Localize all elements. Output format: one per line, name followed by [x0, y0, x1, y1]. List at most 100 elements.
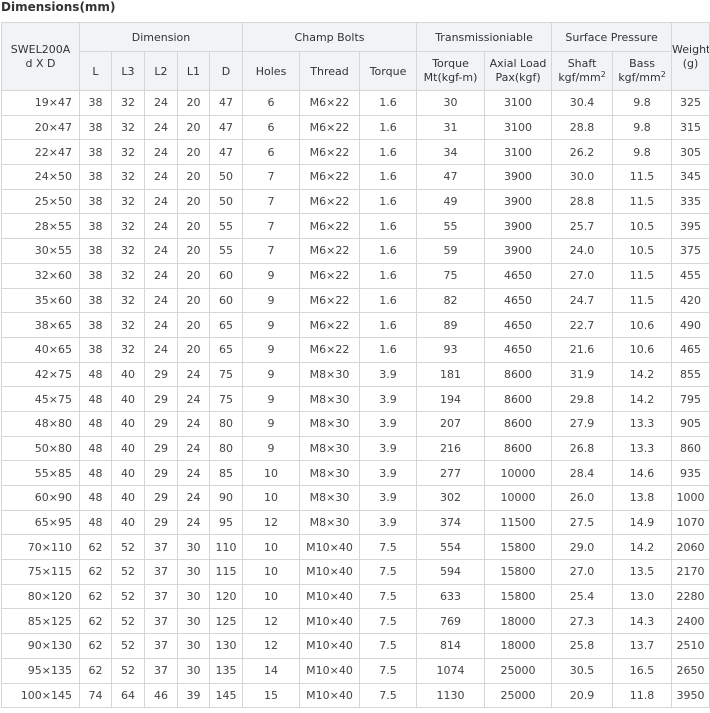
cell-shaft-pressure: 30.0 [551, 164, 614, 190]
cell-bass-pressure: 13.3 [612, 435, 673, 462]
cell-size: 75×115 [1, 559, 80, 585]
cell-L2: 24 [144, 90, 178, 116]
cell-L: 38 [79, 188, 112, 215]
cell-size: 35×60 [1, 287, 80, 314]
cell-size: 60×90 [1, 485, 80, 511]
cell-bass-pressure: 10.6 [612, 336, 673, 363]
cell-bass-pressure: 14.9 [612, 509, 673, 536]
surface-pressure-group-header: Surface Pressure [551, 22, 673, 52]
cell-bass-pressure: 11.5 [612, 164, 673, 190]
cell-D: 55 [208, 213, 244, 240]
cell-size: 48×80 [1, 410, 80, 437]
cell-axial-load: 8600 [484, 410, 553, 437]
table-row: 40×65 38 32 24 20 65 9 M6×22 1.6 93 4650 21.6 10.6 46… [1, 336, 710, 363]
cell-torque: 7.5 [359, 633, 418, 659]
cell-thread: M6×22 [299, 164, 361, 190]
cell-size: 50×80 [1, 435, 80, 462]
cell-weight: 395 [671, 213, 710, 240]
cell-L1: 20 [177, 238, 210, 264]
cell-thread: M8×30 [299, 386, 361, 412]
cell-torque-mt: 554 [416, 534, 486, 561]
cell-shaft-pressure: 29.0 [551, 534, 614, 561]
col-header-shaft: Shaft kgf/mm2 [551, 51, 614, 91]
cell-L2: 24 [144, 287, 178, 314]
cell-weight: 3950 [671, 682, 710, 709]
cell-L: 38 [79, 139, 112, 166]
cell-torque-mt: 633 [416, 583, 486, 610]
cell-L: 62 [79, 657, 112, 684]
cell-bass-pressure: 10.5 [612, 238, 673, 264]
cell-bass-pressure: 13.5 [612, 559, 673, 585]
table-row: 55×85 48 40 29 24 85 10 M8×30 3.9 277 10000 28.4 14.… [1, 460, 710, 486]
cell-torque-mt: 207 [416, 410, 486, 437]
cell-size: 19×47 [1, 90, 80, 116]
cell-thread: M8×30 [299, 460, 361, 486]
cell-torque: 1.6 [359, 139, 418, 166]
table-row: 80×120 62 52 37 30 120 10 M10×40 7.5 633 15800 25.4… [1, 583, 710, 610]
cell-D: 85 [208, 460, 244, 486]
cell-L3: 52 [111, 534, 145, 561]
cell-weight: 855 [671, 361, 710, 388]
weight-header: Weight (g) [671, 22, 710, 91]
cell-axial-load: 8600 [484, 386, 553, 412]
table-row: 30×55 38 32 24 20 55 7 M6×22 1.6 59 3900 24.0 10.5 37… [1, 238, 710, 264]
cell-shaft-pressure: 26.2 [551, 139, 614, 166]
cell-D: 135 [208, 657, 244, 684]
cell-L1: 20 [177, 336, 210, 363]
cell-bass-pressure: 10.5 [612, 213, 673, 240]
cell-thread: M10×40 [299, 534, 361, 561]
cell-axial-load: 11500 [484, 509, 553, 536]
cell-axial-load: 3100 [484, 90, 553, 116]
cell-D: 75 [208, 361, 244, 388]
cell-D: 75 [208, 386, 244, 412]
cell-axial-load: 18000 [484, 608, 553, 635]
table-row: 70×110 62 52 37 30 110 10 M10×40 7.5 554 15800 29.0… [1, 534, 710, 561]
cell-holes: 9 [242, 435, 301, 462]
cell-L2: 24 [144, 188, 178, 215]
cell-bass-pressure: 14.2 [612, 534, 673, 561]
bass-label: Bass [629, 57, 655, 70]
cell-axial-load: 8600 [484, 361, 553, 388]
cell-axial-load: 3100 [484, 114, 553, 141]
cell-L1: 24 [177, 460, 210, 486]
col-header-D: D [208, 51, 244, 91]
cell-size: 38×65 [1, 312, 80, 338]
cell-L3: 32 [111, 164, 145, 190]
cell-torque: 7.5 [359, 682, 418, 709]
col-header-thread: Thread [299, 51, 361, 91]
cell-bass-pressure: 11.5 [612, 287, 673, 314]
cell-L1: 30 [177, 608, 210, 635]
cell-L: 38 [79, 287, 112, 314]
cell-torque-mt: 82 [416, 287, 486, 314]
cell-holes: 9 [242, 361, 301, 388]
cell-torque: 7.5 [359, 657, 418, 684]
cell-L: 48 [79, 509, 112, 536]
cell-L: 74 [79, 682, 112, 709]
cell-L1: 30 [177, 633, 210, 659]
cell-weight: 2650 [671, 657, 710, 684]
cell-torque: 7.5 [359, 583, 418, 610]
cell-weight: 2280 [671, 583, 710, 610]
cell-bass-pressure: 11.5 [612, 188, 673, 215]
cell-torque-mt: 302 [416, 485, 486, 511]
cell-D: 120 [208, 583, 244, 610]
cell-holes: 7 [242, 164, 301, 190]
cell-L3: 32 [111, 262, 145, 289]
cell-size: 22×47 [1, 139, 80, 166]
cell-shaft-pressure: 22.7 [551, 312, 614, 338]
cell-holes: 9 [242, 336, 301, 363]
cell-bass-pressure: 14.2 [612, 361, 673, 388]
weight-header-label: Weight [672, 42, 710, 56]
cell-weight: 2060 [671, 534, 710, 561]
table-row: 19×47 38 32 24 20 47 6 M6×22 1.6 30 3100 30.4 9.8 325 [1, 90, 710, 116]
cell-axial-load: 3100 [484, 139, 553, 166]
cell-torque: 1.6 [359, 114, 418, 141]
cell-torque: 3.9 [359, 386, 418, 412]
cell-thread: M10×40 [299, 608, 361, 635]
cell-size: 70×110 [1, 534, 80, 561]
col-header-axial-load: Axial Load Pax(kgf) [484, 51, 553, 91]
cell-thread: M8×30 [299, 509, 361, 536]
cell-D: 50 [208, 188, 244, 215]
cell-L3: 64 [111, 682, 145, 709]
cell-D: 95 [208, 509, 244, 536]
